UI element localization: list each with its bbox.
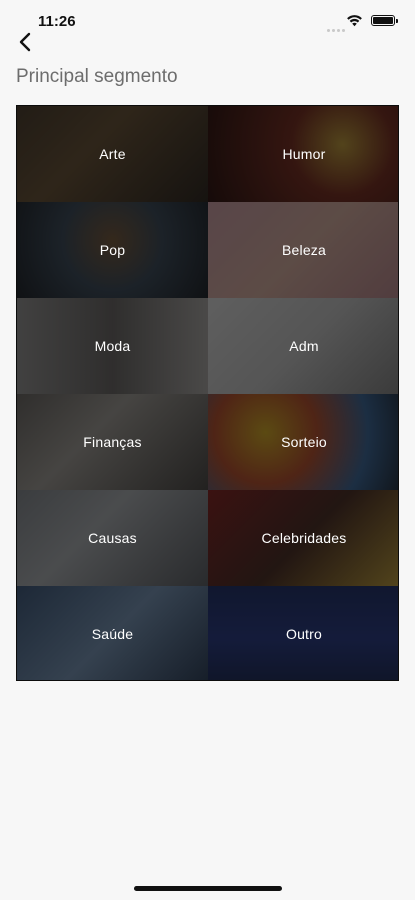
segment-tile-celebridades[interactable]: Celebridades [208,490,398,586]
segment-label: Saúde [91,626,134,642]
segment-tile-saude[interactable]: Saúde [17,586,208,680]
status-bar: 11:26 [0,0,415,36]
segment-tile-arte[interactable]: Arte [17,106,208,202]
segment-tile-financas[interactable]: Finanças [17,394,208,490]
battery-level [373,17,393,24]
segment-label: Celebridades [261,530,347,546]
segment-tile-humor[interactable]: Humor [208,106,398,202]
chevron-left-icon [19,32,31,52]
back-button[interactable] [12,28,40,56]
status-time: 11:26 [38,13,76,30]
segment-tile-adm[interactable]: Adm [208,298,398,394]
screen: 11:26 Principal segmento Arte Humor Pop … [0,0,415,900]
page-title: Principal segmento [16,66,178,87]
segment-grid: Arte Humor Pop Beleza Moda Adm Finanças … [16,105,399,681]
segment-label: Sorteio [281,434,327,450]
segment-label: Outro [285,626,322,642]
segment-label: Adm [289,338,319,354]
segment-tile-moda[interactable]: Moda [17,298,208,394]
home-indicator[interactable] [134,886,282,891]
segment-label: Beleza [281,242,326,258]
segment-label: Humor [282,146,326,162]
wifi-icon [346,14,363,27]
segment-tile-sorteio[interactable]: Sorteio [208,394,398,490]
segment-label: Moda [94,338,131,354]
segment-tile-beleza[interactable]: Beleza [208,202,398,298]
segment-label: Arte [99,146,126,162]
segment-label: Pop [99,242,126,258]
segment-tile-pop[interactable]: Pop [17,202,208,298]
segment-label: Causas [88,530,137,546]
segment-tile-outro[interactable]: Outro [208,586,398,680]
segment-label: Finanças [83,434,142,450]
cellular-signal-icon [327,19,347,32]
battery-icon [371,15,398,26]
segment-tile-causas[interactable]: Causas [17,490,208,586]
